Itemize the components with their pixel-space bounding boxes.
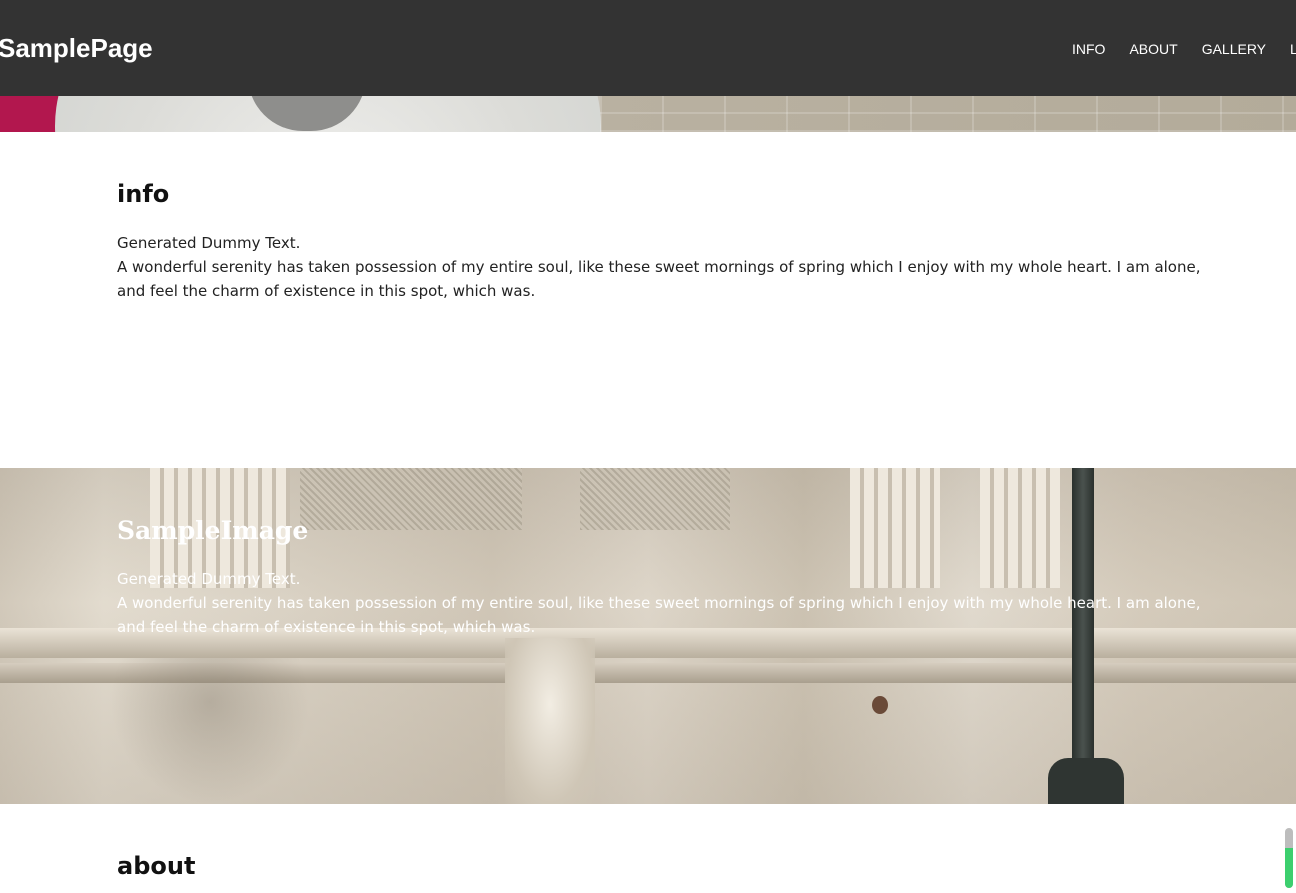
facade-column — [980, 468, 1060, 588]
facade-stain — [110, 658, 310, 804]
site-logo[interactable]: SamplePage — [0, 30, 153, 66]
facade-grate — [300, 468, 522, 530]
facade-hole — [872, 696, 888, 714]
hero-image — [0, 96, 1296, 132]
facade-column — [850, 468, 940, 588]
nav-link-gallery[interactable]: GALLERY — [1202, 40, 1266, 58]
info-heading: info — [117, 180, 170, 208]
about-heading: about — [117, 852, 196, 880]
main-nav: INFO ABOUT GALLERY LI — [1072, 40, 1296, 58]
site-header: SamplePage INFO ABOUT GALLERY LI — [0, 0, 1296, 96]
sample-image-heading: SampleImage — [117, 516, 309, 545]
info-section: info Generated Dummy Text. A wonderful s… — [0, 132, 1296, 468]
hero-pavement — [600, 96, 1296, 132]
sample-image-lead-text: Generated Dummy Text. — [117, 570, 301, 588]
nav-link-about[interactable]: ABOUT — [1129, 40, 1177, 58]
about-section: about — [0, 804, 1296, 893]
info-lead-text: Generated Dummy Text. — [117, 234, 301, 252]
info-body-text: A wonderful serenity has taken possessio… — [117, 258, 1201, 300]
sample-image-body-text: A wonderful serenity has taken possessio… — [117, 594, 1201, 636]
lamp-post-base — [1048, 758, 1124, 804]
scroll-progress-indicator[interactable] — [1285, 828, 1293, 888]
nav-link-info[interactable]: INFO — [1072, 40, 1105, 58]
nav-link-truncated[interactable]: LI — [1290, 40, 1296, 58]
facade-grate — [580, 468, 730, 530]
scroll-progress-fill — [1285, 848, 1293, 888]
facade-ornament — [505, 638, 595, 804]
sample-image-section: SampleImage Generated Dummy Text. A wond… — [0, 468, 1296, 804]
